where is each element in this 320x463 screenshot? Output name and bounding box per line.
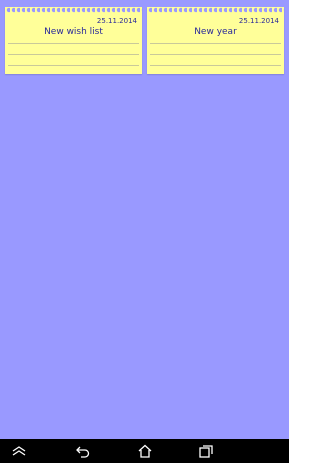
back-icon (76, 446, 90, 458)
recent-apps-icon (199, 445, 213, 458)
collapse-button[interactable] (10, 442, 28, 460)
note-card-wish-list[interactable]: 25.11.2014 New wish list (5, 7, 142, 74)
note-ruled-line (150, 43, 281, 44)
back-button[interactable] (74, 442, 92, 460)
note-title: New year (194, 27, 237, 37)
home-button[interactable] (136, 442, 154, 460)
app-screen: 25.11.2014 New wish list 25.11.2014 New … (0, 0, 289, 463)
note-binding-holes (147, 7, 284, 15)
note-ruled-line (8, 43, 139, 44)
note-ruled-line (8, 54, 139, 55)
collapse-icon (12, 446, 26, 456)
note-binding-holes (5, 7, 142, 15)
note-ruled-line (8, 65, 139, 66)
home-icon (138, 444, 152, 458)
system-navigation-bar (0, 439, 289, 463)
notes-grid: 25.11.2014 New wish list 25.11.2014 New … (5, 7, 284, 74)
note-card-new-year[interactable]: 25.11.2014 New year (147, 7, 284, 74)
note-title: New wish list (44, 27, 103, 37)
note-date: 25.11.2014 (96, 17, 137, 25)
note-ruled-line (150, 54, 281, 55)
note-ruled-line (150, 65, 281, 66)
note-date: 25.11.2014 (238, 17, 279, 25)
recent-apps-button[interactable] (197, 442, 215, 460)
